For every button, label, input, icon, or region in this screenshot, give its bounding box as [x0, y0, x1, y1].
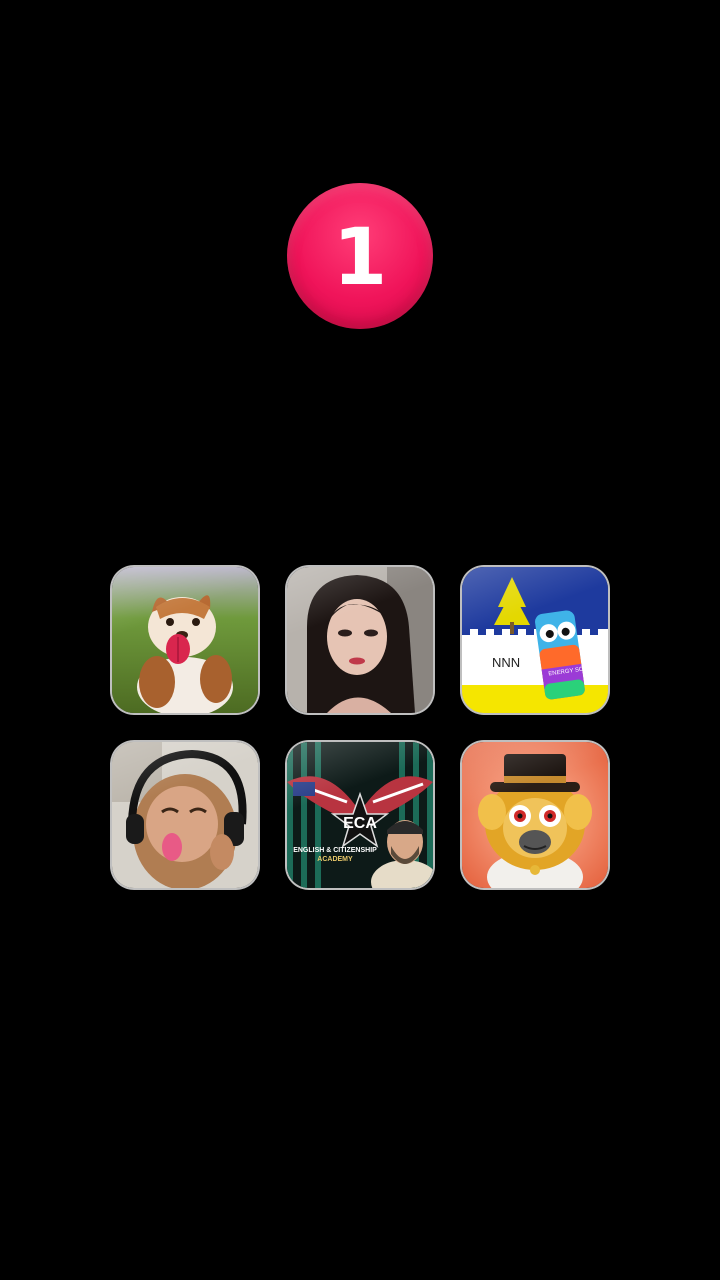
screen: 1 NNN ENERGY SODA ECA ENGLISH & CITIZENS… [0, 0, 720, 1280]
avatar-tile-monkey-headphones[interactable] [112, 742, 258, 888]
cat-with-tongue-image [112, 567, 258, 713]
eca-line2: ACADEMY [317, 856, 353, 863]
avatar-tile-energy-soda[interactable]: NNN ENERGY SODA [462, 567, 608, 713]
avatar-tile-eca-academy[interactable]: ECA ENGLISH & CITIZENSHIP ACADEMY [287, 742, 433, 888]
eca-line1: ENGLISH & CITIZENSHIP [293, 847, 377, 854]
avatar-tile-golden-monkey[interactable] [462, 742, 608, 888]
avatar-grid: NNN ENERGY SODA ECA ENGLISH & CITIZENSHI… [112, 567, 608, 888]
avatar-tile-woman[interactable] [287, 567, 433, 713]
eca-logo-text: ECA [343, 815, 377, 832]
step-number-badge: 1 [287, 183, 433, 329]
step-number: 1 [332, 213, 388, 303]
monkey-with-headphones-image [112, 742, 258, 888]
energy-soda-can-image: NNN ENERGY SODA [462, 567, 608, 713]
woman-portrait-image [287, 567, 433, 713]
golden-monkey-top-hat-image [462, 742, 608, 888]
eca-academy-logo-image: ECA ENGLISH & CITIZENSHIP ACADEMY [287, 742, 433, 888]
avatar-tile-cat[interactable] [112, 567, 258, 713]
soda-text: NNN [492, 655, 520, 670]
